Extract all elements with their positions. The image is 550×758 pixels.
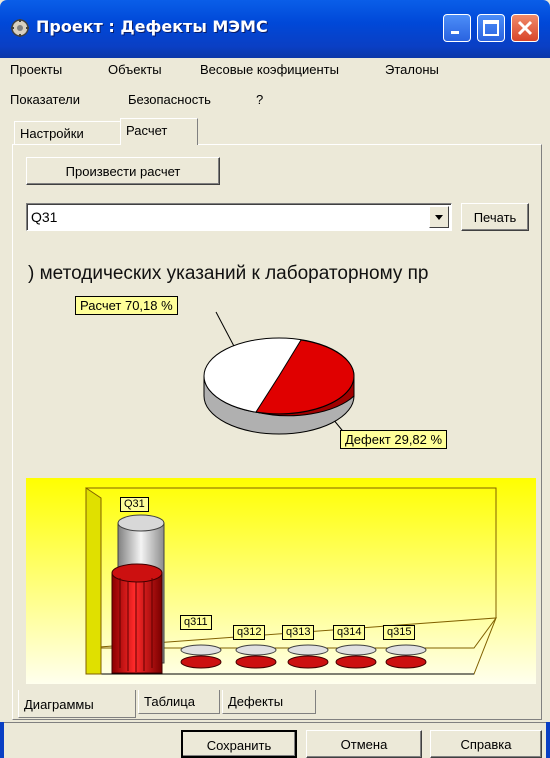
bar-label-q314: q314 [333,625,366,640]
tab-settings[interactable]: Настройки [14,121,122,145]
minimize-icon [451,31,459,34]
tab-diagrams[interactable]: Диаграммы [18,690,136,718]
help-button[interactable]: Справка [430,730,542,758]
print-button[interactable]: Печать [461,203,529,231]
menu-weight-coefficients[interactable]: Весовые коэфициенты [200,62,339,77]
minimize-button[interactable] [443,14,471,42]
close-icon [517,20,533,36]
tab-table[interactable]: Таблица [138,690,220,714]
bar-label-q315: q315 [383,625,416,640]
calculate-button[interactable]: Произвести расчет [26,157,220,185]
maximize-button[interactable] [477,14,505,42]
cancel-button[interactable]: Отмена [306,730,422,758]
pie-label-defect: Дефект 29,82 % [340,430,448,449]
bar-chart [26,478,536,684]
menu-bar-row-2: Показатели Безопасность ? [0,88,550,112]
dropdown-button[interactable] [429,206,449,228]
bar-label-q311: q311 [180,615,212,630]
menu-standards[interactable]: Эталоны [385,62,439,77]
save-button[interactable]: Сохранить [181,730,297,758]
bar-label-q313: q313 [282,625,315,640]
title-bar[interactable]: Проект : Дефекты МЭМС [0,0,550,58]
bar-label-q312: q312 [233,625,266,640]
pie-chart [203,311,355,436]
menu-bar-row-1: Проекты Объекты Весовые коэфициенты Этал… [0,58,550,82]
menu-indicators[interactable]: Показатели [10,92,80,107]
window-left-border [0,722,4,758]
menu-objects[interactable]: Объекты [108,62,162,77]
pie-label-calculation: Расчет 70,18 % [75,296,178,315]
chart-heading: ) методических указаний к лабораторному … [28,263,429,284]
menu-help[interactable]: ? [256,92,263,107]
close-button[interactable] [511,14,539,42]
indicator-select[interactable]: Q31 [26,203,452,231]
maximize-icon [483,20,499,36]
bar-label-q31: Q31 [120,497,149,512]
app-icon [11,19,29,37]
tab-calculation[interactable]: Расчет [120,118,198,145]
indicator-select-value: Q31 [31,209,58,225]
menu-security[interactable]: Безопасность [128,92,211,107]
tab-defects[interactable]: Дефекты [222,690,316,714]
chart-background [26,478,536,684]
menu-projects[interactable]: Проекты [10,62,62,77]
window-title: Проект : Дефекты МЭМС [36,17,268,36]
window-right-border [546,722,550,758]
chevron-down-icon [435,215,443,220]
